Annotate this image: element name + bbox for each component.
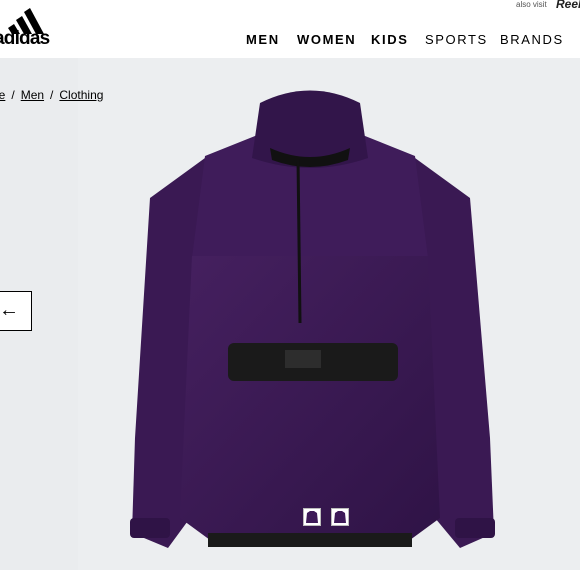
also-visit-label: also visit — [516, 0, 547, 9]
arrow-left-icon: ← — [0, 299, 19, 321]
breadcrumb-men[interactable]: Men — [21, 88, 44, 102]
nav-item-sports[interactable]: SPORTS — [425, 32, 488, 47]
nav-item-kids[interactable]: KIDS — [371, 32, 408, 47]
partner-brand-link[interactable]: Reeb — [556, 0, 580, 11]
thumbnail-front-icon — [306, 511, 318, 523]
breadcrumb-home[interactable]: ne — [0, 88, 5, 102]
site-header: adidas also visit Reeb MEN WOMEN KIDS SP… — [0, 0, 580, 58]
nav-item-men[interactable]: MEN — [246, 32, 280, 47]
brand-wordmark[interactable]: adidas — [0, 28, 50, 50]
previous-image-button[interactable]: ← — [0, 291, 32, 331]
nav-item-brands[interactable]: BRANDS — [500, 32, 564, 47]
product-gallery: ne/Men/Clothing ← — [0, 58, 580, 570]
breadcrumb: ne/Men/Clothing — [0, 88, 103, 102]
breadcrumb-clothing[interactable]: Clothing — [59, 88, 103, 102]
thumbnail-front[interactable] — [303, 508, 321, 526]
page-bottom-spacer — [0, 570, 580, 580]
thumbnail-back[interactable] — [331, 508, 349, 526]
product-image — [130, 90, 495, 548]
thumbnail-back-icon — [334, 511, 346, 523]
nav-item-women[interactable]: WOMEN — [297, 32, 356, 47]
